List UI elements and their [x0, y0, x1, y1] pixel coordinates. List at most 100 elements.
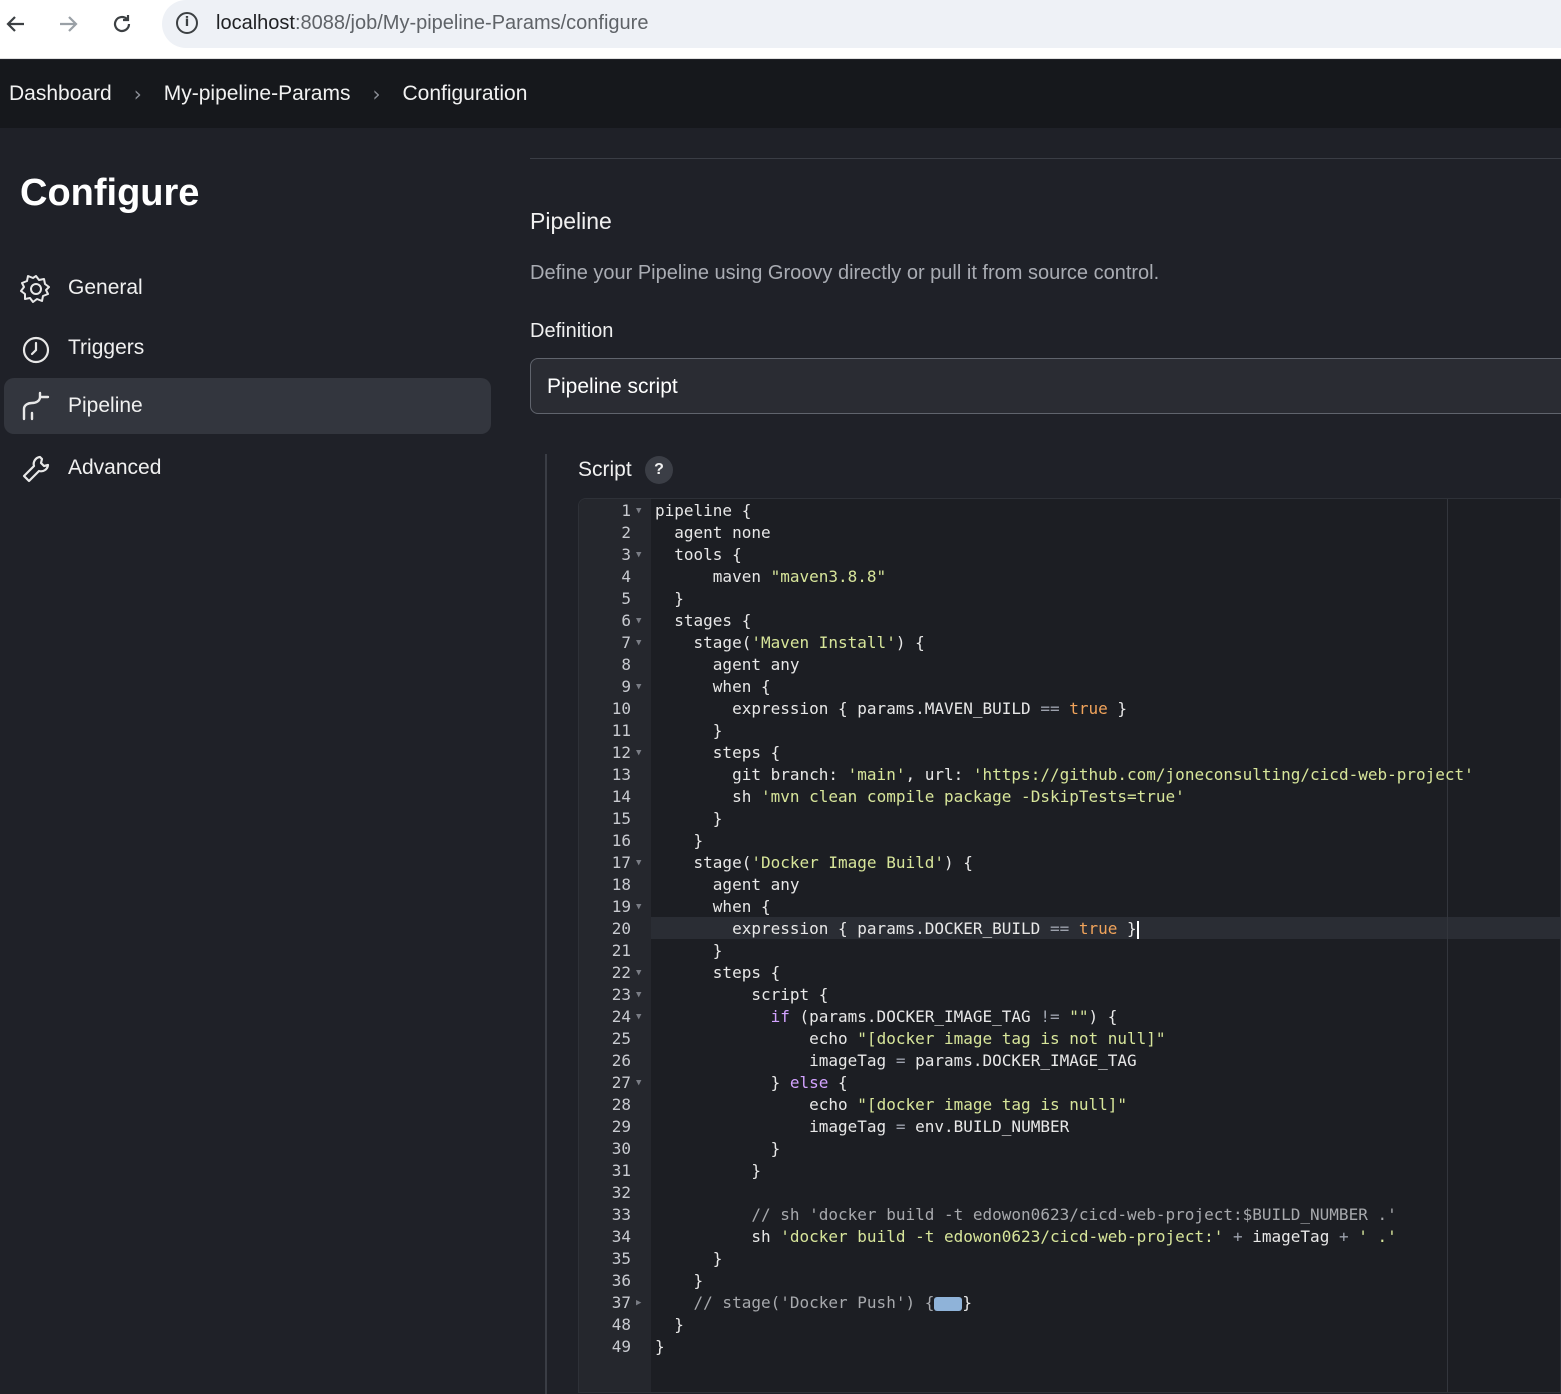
sidebar-item-advanced[interactable]: Advanced: [4, 440, 491, 496]
code-line[interactable]: 24 ▼ if (params.DOCKER_IMAGE_TAG != "") {: [579, 1006, 1560, 1028]
sidebar: Configure General Triggers Pipeline Adva…: [0, 128, 500, 1393]
code-line[interactable]: 6 ▼ stages {: [579, 610, 1560, 632]
definition-select[interactable]: Pipeline script: [530, 358, 1561, 414]
code-line[interactable]: 34 sh 'docker build -t edowon0623/cicd-w…: [579, 1226, 1560, 1248]
forward-icon[interactable]: [52, 8, 84, 40]
sidebar-item-label: Pipeline: [68, 394, 143, 417]
code-text: echo "[docker image tag is not null]": [655, 1029, 1166, 1048]
code-text: when {: [655, 897, 771, 916]
code-line[interactable]: 28 echo "[docker image tag is null]": [579, 1094, 1560, 1116]
line-number: 32: [611, 1183, 631, 1202]
code-line[interactable]: 27 ▼ } else {: [579, 1072, 1560, 1094]
code-text: stage('Docker Image Build') {: [655, 853, 973, 872]
sidebar-item-label: Advanced: [68, 456, 162, 479]
fold-expanded-icon[interactable]: ▼: [636, 676, 641, 698]
line-number: 2: [621, 523, 631, 542]
code-line[interactable]: 14 sh 'mvn clean compile package -DskipT…: [579, 786, 1560, 808]
code-text: }: [655, 1315, 684, 1334]
line-number: 22: [611, 963, 631, 982]
fold-expanded-icon[interactable]: ▼: [636, 984, 641, 1006]
sidebar-item-triggers[interactable]: Triggers: [4, 320, 491, 376]
code-line[interactable]: 25 echo "[docker image tag is not null]": [579, 1028, 1560, 1050]
code-line[interactable]: 4 maven "maven3.8.8": [579, 566, 1560, 588]
section-indent-line: [545, 454, 547, 1394]
code-text: if (params.DOCKER_IMAGE_TAG != "") {: [770, 1007, 1118, 1026]
line-number: 37: [611, 1293, 631, 1312]
code-line[interactable]: 5 }: [579, 588, 1560, 610]
line-number: 30: [611, 1139, 631, 1158]
line-number: 12: [611, 743, 631, 762]
fold-placeholder-icon[interactable]: [934, 1296, 963, 1311]
code-line[interactable]: 29 imageTag = env.BUILD_NUMBER: [579, 1116, 1560, 1138]
code-line[interactable]: 17 ▼ stage('Docker Image Build') {: [579, 852, 1560, 874]
sidebar-item-pipeline[interactable]: Pipeline: [4, 378, 491, 434]
clock-icon: [22, 336, 50, 364]
fold-expanded-icon[interactable]: ▼: [636, 852, 641, 874]
breadcrumb-dashboard[interactable]: Dashboard: [9, 82, 112, 106]
code-line[interactable]: 1 ▼ pipeline {: [579, 500, 1560, 522]
url-text[interactable]: localhost:8088/job/My-pipeline-Params/co…: [216, 12, 648, 35]
code-text: }: [655, 1161, 761, 1180]
code-line[interactable]: 37 ▶ // stage('Docker Push') {}: [579, 1292, 1560, 1314]
code-text: sh 'mvn clean compile package -DskipTest…: [655, 787, 1185, 806]
code-line[interactable]: 35 }: [579, 1248, 1560, 1270]
code-line[interactable]: 32: [579, 1182, 1560, 1204]
code-line[interactable]: 11 }: [579, 720, 1560, 742]
code-line[interactable]: 31 }: [579, 1160, 1560, 1182]
code-line[interactable]: 23 ▼ script {: [579, 984, 1560, 1006]
code-line[interactable]: 15 }: [579, 808, 1560, 830]
code-line[interactable]: 7 ▼ stage('Maven Install') {: [579, 632, 1560, 654]
back-icon[interactable]: [0, 8, 32, 40]
sidebar-item-general[interactable]: General: [4, 260, 491, 316]
fold-expanded-icon[interactable]: ▼: [636, 742, 641, 764]
fold-expanded-icon[interactable]: ▼: [636, 544, 641, 566]
section-title: Pipeline: [530, 208, 612, 234]
line-number: 11: [611, 721, 631, 740]
fold-expanded-icon[interactable]: ▼: [636, 1006, 641, 1028]
fold-expanded-icon[interactable]: ▼: [636, 632, 641, 654]
line-number: 17: [611, 853, 631, 872]
code-line[interactable]: 26 imageTag = params.DOCKER_IMAGE_TAG: [579, 1050, 1560, 1072]
sidebar-item-label: Triggers: [68, 336, 145, 359]
reload-icon[interactable]: [106, 8, 138, 40]
code-line[interactable]: 12 ▼ steps {: [579, 742, 1560, 764]
address-bar[interactable]: i localhost:8088/job/My-pipeline-Params/…: [162, 0, 1561, 48]
code-text: stage('Maven Install') {: [655, 633, 925, 652]
fold-expanded-icon[interactable]: ▼: [636, 896, 641, 918]
fold-expanded-icon[interactable]: ▼: [636, 1072, 641, 1094]
code-text: }: [655, 589, 684, 608]
fold-expanded-icon[interactable]: ▼: [636, 962, 641, 984]
code-line[interactable]: 9 ▼ when {: [579, 676, 1560, 698]
code-line[interactable]: 18 agent any: [579, 874, 1560, 896]
code-line[interactable]: 33 // sh 'docker build -t edowon0623/cic…: [579, 1204, 1560, 1226]
fold-collapsed-icon[interactable]: ▶: [636, 1292, 641, 1314]
code-line[interactable]: 2 agent none: [579, 522, 1560, 544]
code-line[interactable]: 22 ▼ steps {: [579, 962, 1560, 984]
line-number: 18: [611, 875, 631, 894]
line-number: 10: [611, 699, 631, 718]
line-number: 33: [611, 1205, 631, 1224]
fold-expanded-icon[interactable]: ▼: [636, 500, 641, 522]
sidebar-item-label: General: [68, 276, 143, 299]
line-number: 9: [621, 677, 631, 696]
help-button[interactable]: ?: [645, 456, 673, 484]
code-line[interactable]: 36 }: [579, 1270, 1560, 1292]
code-line[interactable]: 48 }: [579, 1314, 1560, 1336]
code-line[interactable]: 19 ▼ when {: [579, 896, 1560, 918]
breadcrumb-configuration[interactable]: Configuration: [402, 82, 527, 106]
script-editor[interactable]: 1 ▼ pipeline {2 agent none 3 ▼ tools {4 mave…: [578, 498, 1561, 1393]
breadcrumb-job[interactable]: My-pipeline-Params: [164, 82, 351, 106]
code-line[interactable]: 13 git branch: 'main', url: 'https://git…: [579, 764, 1560, 786]
line-number: 28: [611, 1095, 631, 1114]
chevron-right-icon: ›: [133, 82, 142, 106]
code-line[interactable]: 49}: [579, 1336, 1560, 1358]
code-line[interactable]: 21 }: [579, 940, 1560, 962]
code-line[interactable]: 8 agent any: [579, 654, 1560, 676]
code-line[interactable]: 30 }: [579, 1138, 1560, 1160]
code-line[interactable]: 3 ▼ tools {: [579, 544, 1560, 566]
code-line[interactable]: 10 expression { params.MAVEN_BUILD == tr…: [579, 698, 1560, 720]
code-line[interactable]: 20 expression { params.DOCKER_BUILD == t…: [579, 918, 1560, 940]
code-line[interactable]: 16 }: [579, 830, 1560, 852]
site-info-icon[interactable]: i: [176, 12, 198, 34]
fold-expanded-icon[interactable]: ▼: [636, 610, 641, 632]
